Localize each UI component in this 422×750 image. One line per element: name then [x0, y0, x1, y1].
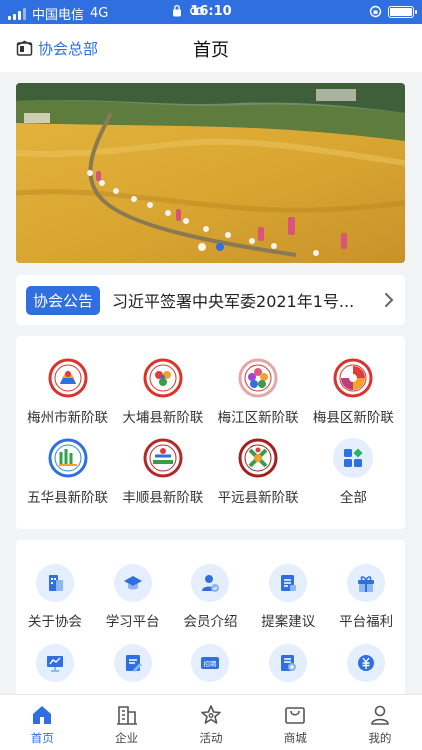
emblem-dabu [143, 358, 183, 398]
association-item[interactable]: 平远县新阶联 [211, 438, 306, 506]
notice-text[interactable]: 习近平签署中央军委2021年1号... [112, 288, 375, 312]
function-label: 提案建议 [261, 614, 316, 630]
tab-item[interactable]: 企业 [84, 695, 168, 750]
function-item[interactable]: 关于协会 [16, 564, 94, 630]
proposal-icon [269, 564, 308, 602]
tab-item[interactable]: 活动 [169, 695, 253, 750]
application-icon [269, 644, 308, 682]
association-item[interactable]: 梅江区新阶联 [211, 358, 306, 426]
graduation-cap-icon [113, 564, 152, 602]
function-item[interactable]: 平台福利 [327, 564, 405, 630]
association-label: 大埔县新阶联 [122, 410, 204, 426]
function-glyph [281, 655, 297, 671]
tab-label: 商城 [283, 731, 307, 745]
grid-squares-glyph [344, 448, 363, 467]
building-icon [35, 564, 74, 602]
association-label: 梅州市新阶联 [27, 410, 109, 426]
enterprise-icon [116, 706, 137, 725]
association-label: 梅县区新阶联 [312, 410, 394, 426]
project-icon [113, 644, 152, 682]
association-label: 丰顺县新阶联 [122, 490, 204, 506]
emblem-meijiang [238, 358, 278, 398]
recruit-icon: 招聘 [191, 644, 230, 682]
tab-label: 首页 [30, 731, 54, 745]
activity-star-icon [201, 705, 221, 724]
status-time: 16:10 [190, 4, 232, 19]
carousel-dot-active[interactable] [215, 243, 224, 251]
grid-all-icon [333, 438, 374, 478]
function-glyph [358, 576, 375, 592]
association-label: 梅江区新阶联 [217, 410, 299, 426]
banner-image [16, 83, 405, 263]
association-item[interactable]: 梅州市新阶联 [20, 358, 115, 426]
recruit-badge-text: 招聘 [204, 659, 218, 668]
page-title: 首页 [193, 40, 229, 61]
chevron-right-icon[interactable] [383, 292, 395, 308]
tab-item[interactable]: 首页 [0, 695, 84, 750]
profile-icon [371, 705, 389, 725]
tab-label: 我的 [368, 731, 392, 745]
member-icon [191, 564, 230, 602]
home-icon [33, 706, 52, 724]
functions-grid: 关于协会学习平台会员介绍提案建议平台福利在线会议项目发布招聘招聘信息入会申请会费… [16, 540, 405, 710]
function-label: 关于协会 [27, 614, 82, 630]
function-glyph [48, 575, 63, 591]
associations-grid: 梅州市新阶联 大埔县新阶联 梅江区新阶联 梅县区新阶联五华县新阶联 丰顺县新阶联 平远县新… [16, 336, 405, 506]
carousel-dots [16, 243, 405, 251]
emblem-pingyuan [238, 438, 278, 478]
function-glyph [125, 655, 142, 672]
association-label: 全部 [339, 490, 367, 506]
emblem-fengshun [143, 438, 183, 478]
association-label: 平远县新阶联 [217, 490, 299, 506]
battery-icon [388, 5, 417, 18]
tab-item[interactable]: 我的 [338, 695, 422, 750]
notice-tag: 协会公告 [26, 285, 101, 315]
tab-label: 企业 [115, 731, 139, 745]
association-item[interactable]: 五华县新阶联 [20, 438, 115, 506]
mall-icon [285, 707, 306, 724]
associations-card: 梅州市新阶联 大埔县新阶联 梅江区新阶联 梅县区新阶联五华县新阶联 丰顺县新阶联 平远县新… [16, 336, 405, 529]
gift-icon [347, 564, 386, 602]
carousel-dot[interactable] [197, 243, 206, 251]
function-item[interactable]: 提案建议 [249, 564, 327, 630]
emblem-meixian [333, 358, 373, 398]
association-item[interactable]: 全部 [306, 438, 401, 506]
function-glyph [202, 575, 220, 592]
association-label: 五华县新阶联 [27, 490, 109, 506]
status-bar: 中国电信 4G 16:10 [0, 0, 422, 24]
orientation-lock-icon [369, 5, 382, 18]
function-glyph [123, 576, 142, 590]
tab-label: 活动 [199, 731, 223, 745]
meeting-board-icon [35, 644, 74, 682]
bottom-tab-bar: 首页 企业 活动 商城 我的 [0, 694, 422, 750]
notice-bar[interactable]: 协会公告 习近平签署中央军委2021年1号... [16, 275, 405, 325]
function-glyph [46, 656, 63, 672]
function-glyph [281, 575, 297, 591]
association-item[interactable]: 大埔县新阶联 [115, 358, 210, 426]
function-label: 会员介绍 [183, 614, 238, 630]
function-item[interactable]: 学习平台 [94, 564, 172, 630]
function-label: 学习平台 [105, 614, 160, 630]
emblem-meizhou [48, 358, 88, 398]
fee-icon [347, 644, 386, 682]
tab-item[interactable]: 商城 [253, 695, 337, 750]
association-item[interactable]: 丰顺县新阶联 [115, 438, 210, 506]
functions-card: 关于协会学习平台会员介绍提案建议平台福利在线会议项目发布招聘招聘信息入会申请会费… [16, 540, 405, 710]
top-navbar: 协会总部 首页 [0, 24, 422, 72]
association-item[interactable]: 梅县区新阶联 [306, 358, 401, 426]
function-label: 平台福利 [339, 614, 394, 630]
function-item[interactable]: 会员介绍 [172, 564, 250, 630]
emblem-wuhua [48, 438, 88, 478]
banner-carousel[interactable] [16, 83, 405, 263]
function-glyph: 招聘 [201, 657, 220, 669]
function-glyph [358, 655, 375, 671]
